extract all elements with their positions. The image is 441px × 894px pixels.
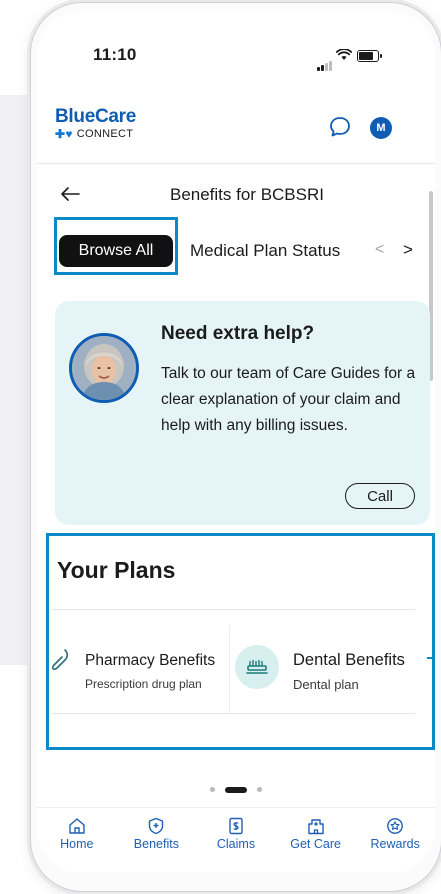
- bluecare-connect-logo[interactable]: BlueCare ✚♥ CONNECT: [55, 106, 137, 142]
- nav-label-benefits: Benefits: [133, 837, 179, 851]
- pharmacy-plan-name: Pharmacy Benefits: [85, 652, 216, 669]
- phone-frame: 11:10 BlueCare ✚♥ CONNECT M Benefits for…: [30, 2, 441, 892]
- profile-avatar[interactable]: M: [370, 117, 392, 139]
- plan-card-pharmacy[interactable]: Pharmacy Benefits Prescription drug plan: [51, 625, 227, 713]
- page-title: Benefits for BCBSRI: [169, 185, 324, 204]
- call-button[interactable]: Call: [345, 483, 415, 509]
- help-card-title: Need extra help?: [161, 323, 315, 344]
- carousel-pagination: [37, 781, 435, 799]
- logo-brand-text: BlueCare: [55, 106, 137, 127]
- highlight-connector-mark: [427, 657, 435, 659]
- tab-browse-all[interactable]: Browse All: [59, 235, 173, 267]
- dental-plan-name: Dental Benefits: [293, 651, 405, 669]
- plans-top-divider: [51, 609, 415, 610]
- header-divider: [37, 163, 435, 164]
- help-card: Need extra help? Talk to our team of Car…: [55, 301, 430, 525]
- plans-bottom-divider: [51, 713, 415, 714]
- shield-icon: [149, 817, 164, 835]
- bottom-navigation: Home Benefits Claims Get Care Rewards: [37, 817, 435, 867]
- cross-shield-icon: ✚♥: [55, 127, 73, 141]
- back-arrow-icon[interactable]: [59, 185, 81, 203]
- hospital-icon: [307, 819, 324, 835]
- battery-icon: [357, 50, 382, 62]
- dental-plan-subtitle: Dental plan: [293, 677, 359, 692]
- toothbrush-icon: [235, 645, 279, 689]
- nav-label-get-care: Get Care: [290, 837, 341, 851]
- nav-item-home[interactable]: Home: [39, 817, 115, 867]
- wifi-icon: [336, 49, 352, 60]
- cellular-signal-icon: [317, 53, 333, 71]
- chat-icon[interactable]: [328, 115, 352, 139]
- carousel-dot-active[interactable]: [225, 786, 247, 793]
- battery-level: [359, 52, 373, 60]
- nav-item-get-care[interactable]: Get Care: [278, 817, 354, 867]
- pill-icon: [51, 649, 69, 671]
- logo-sub-text: CONNECT: [76, 128, 134, 140]
- tab-fade-overlay: [337, 235, 407, 269]
- status-time: 11:10: [93, 45, 137, 64]
- nav-item-benefits[interactable]: Benefits: [118, 817, 194, 867]
- nav-item-claims[interactable]: Claims: [198, 817, 274, 867]
- nav-label-home: Home: [60, 837, 94, 851]
- tabs-next-button[interactable]: >: [403, 240, 413, 260]
- plan-card-dental[interactable]: Dental Benefits Dental plan: [235, 625, 425, 713]
- nav-label-rewards: Rewards: [370, 837, 420, 851]
- bottom-nav-divider: [37, 807, 435, 808]
- nav-item-rewards[interactable]: Rewards: [357, 817, 433, 867]
- logo-sub: ✚♥ CONNECT: [55, 127, 136, 141]
- claims-icon: [229, 817, 243, 835]
- your-plans-title: Your Plans: [57, 557, 176, 583]
- carousel-dot[interactable]: [209, 787, 215, 793]
- care-guide-photo: [69, 333, 139, 403]
- phone-screen: 11:10 BlueCare ✚♥ CONNECT M Benefits for…: [37, 11, 435, 873]
- tabs-prev-button[interactable]: <: [375, 241, 384, 259]
- plan-card-divider: [229, 625, 230, 713]
- home-icon: [69, 818, 85, 834]
- nav-label-claims: Claims: [216, 837, 256, 851]
- carousel-dot[interactable]: [257, 787, 263, 793]
- help-card-body: Talk to our team of Care Guides for a cl…: [161, 365, 416, 434]
- rewards-icon: [387, 818, 404, 834]
- pharmacy-plan-subtitle: Prescription drug plan: [85, 677, 202, 691]
